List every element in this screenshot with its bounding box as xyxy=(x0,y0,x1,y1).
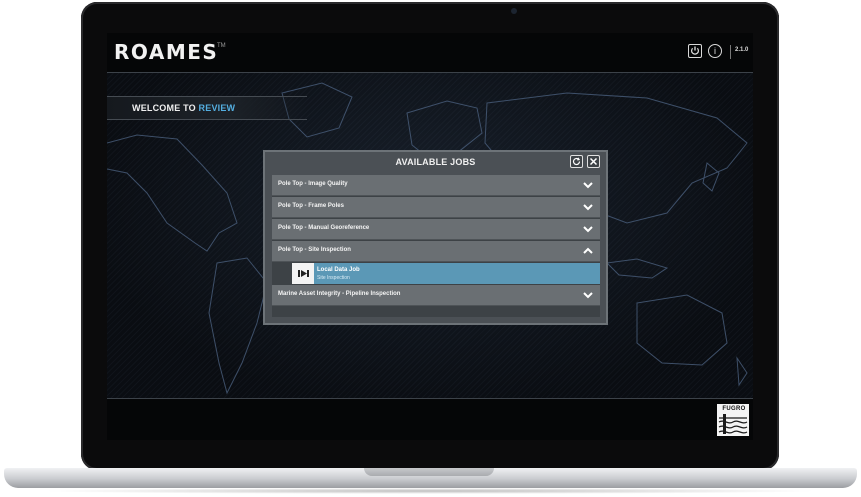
info-icon[interactable]: i xyxy=(708,44,722,58)
roames-logo: ROAMES xyxy=(114,40,219,64)
app-header: ROAMES TM i 2.1.0 xyxy=(107,33,753,73)
sub-job-local-data-job[interactable]: Local Data Job Site Inspection xyxy=(292,263,600,284)
refresh-icon[interactable] xyxy=(570,155,583,168)
close-icon[interactable] xyxy=(587,155,600,168)
job-list: Pole Top - Image Quality Pole Top - Fram… xyxy=(272,175,600,317)
version-label: 2.1.0 xyxy=(735,47,749,53)
trademark: TM xyxy=(217,43,226,49)
laptop-notch xyxy=(364,468,494,476)
job-row-site-inspection[interactable]: Pole Top - Site Inspection xyxy=(272,241,600,262)
laptop-shadow xyxy=(40,488,820,494)
chevron-down-icon[interactable] xyxy=(582,179,594,191)
job-label: Pole Top - Site Inspection xyxy=(278,247,351,253)
job-label: Pole Top - Image Quality xyxy=(278,181,348,187)
job-row-frame-poles[interactable]: Pole Top - Frame Poles xyxy=(272,197,600,218)
welcome-banner: WELCOME TO REVIEW xyxy=(107,96,307,120)
header-divider xyxy=(730,45,731,59)
sub-job-title: Local Data Job xyxy=(317,267,360,273)
job-row-pipeline-inspection[interactable]: Marine Asset Integrity - Pipeline Inspec… xyxy=(272,285,600,306)
welcome-prefix: WELCOME TO xyxy=(132,103,196,113)
chevron-down-icon[interactable] xyxy=(582,201,594,213)
job-row-image-quality[interactable]: Pole Top - Image Quality xyxy=(272,175,600,196)
job-label: Pole Top - Frame Poles xyxy=(278,203,344,209)
job-label: Marine Asset Integrity - Pipeline Inspec… xyxy=(278,291,401,297)
power-icon[interactable] xyxy=(688,44,702,58)
camera xyxy=(511,8,517,14)
fugro-logo: FUGRO xyxy=(722,406,746,412)
chevron-up-icon[interactable] xyxy=(582,245,594,257)
job-label: Pole Top - Manual Georeference xyxy=(278,225,370,231)
app-screen: ROAMES TM i 2.1.0 WELCOME TO REVIEW AVAI… xyxy=(107,33,753,440)
welcome-title: WELCOME TO REVIEW xyxy=(132,103,235,113)
sub-job-subtitle: Site Inspection xyxy=(317,275,350,281)
dialog-header: AVAILABLE JOBS xyxy=(265,152,606,172)
welcome-accent: REVIEW xyxy=(198,103,236,113)
play-icon xyxy=(292,263,314,284)
chevron-down-icon[interactable] xyxy=(582,223,594,235)
chevron-down-icon[interactable] xyxy=(582,289,594,301)
job-row-manual-georeference[interactable]: Pole Top - Manual Georeference xyxy=(272,219,600,240)
dialog-title: AVAILABLE JOBS xyxy=(395,157,476,167)
app-footer: FUGRO xyxy=(107,398,753,440)
available-jobs-dialog: AVAILABLE JOBS Pole Top - Image Quality … xyxy=(263,150,608,325)
